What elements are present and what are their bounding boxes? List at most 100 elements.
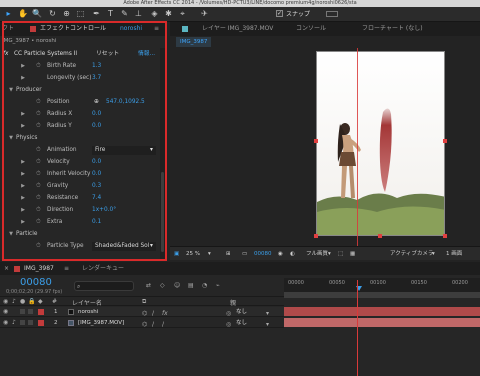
property-value[interactable]: 0.0: [92, 168, 101, 180]
property-value[interactable]: 0.1: [92, 216, 101, 228]
rotate-tool-icon[interactable]: ↻: [48, 9, 57, 19]
twirl-open-icon[interactable]: ▼: [8, 228, 14, 240]
tab-effect-target[interactable]: noroshi: [120, 24, 142, 34]
puppet-tool-icon[interactable]: ⌖: [178, 9, 187, 19]
comp-viewer-tab[interactable]: IMG_3987: [176, 37, 212, 47]
stopwatch-icon[interactable]: ⏱: [36, 96, 42, 108]
channel-icon[interactable]: ◐: [290, 247, 295, 261]
reset-link[interactable]: リセット: [96, 48, 119, 60]
stopwatch-icon[interactable]: ⏱: [36, 192, 42, 204]
property-row[interactable]: ⏱ Position ⊕ 547.0,1092.5: [0, 96, 160, 108]
twirl-closed-icon[interactable]: ▶: [20, 216, 26, 228]
stopwatch-icon[interactable]: ⏱: [36, 168, 42, 180]
effect-header-row[interactable]: fx CC Particle Systems II リセット 情報...: [0, 48, 160, 60]
effect-scroll-thumb[interactable]: [161, 172, 164, 252]
zoom-tool-icon[interactable]: 🔍: [32, 9, 42, 19]
property-row[interactable]: ▶ ⏱ Velocity 0.0: [0, 156, 160, 168]
tab-project[interactable]: クト: [2, 24, 14, 34]
transparency-grid-icon[interactable]: ▦: [350, 247, 355, 261]
layer-duration-bar[interactable]: [284, 318, 480, 327]
visibility-toggle-icon[interactable]: ◉: [3, 318, 8, 328]
property-row[interactable]: ▶ ⏱ Birth Rate 1.3: [0, 60, 160, 72]
twirl-closed-icon[interactable]: ▶: [20, 60, 26, 72]
property-dropdown[interactable]: Fire: [92, 145, 156, 155]
grid-icon[interactable]: ▣: [174, 247, 179, 261]
property-group-row[interactable]: ▼ Physics: [0, 132, 160, 144]
layer-duration-bar[interactable]: [284, 307, 480, 316]
shy-switch-icon[interactable]: ⌬: [142, 320, 147, 330]
property-value[interactable]: 0.0: [92, 156, 101, 168]
stopwatch-icon[interactable]: ⏱: [36, 240, 42, 252]
layer-row[interactable]: ◉ ♪ 2 [IMG_3987.MOV] ⌬ / / ◎ なし ▾: [0, 318, 284, 328]
pin-tool-icon[interactable]: ✈: [200, 9, 209, 19]
property-dropdown[interactable]: Shaded&Faded Sol: [92, 241, 156, 251]
property-row[interactable]: ⏱ Particle Type Shaded&Faded Sol ▾: [0, 240, 160, 252]
stopwatch-icon[interactable]: ⏱: [36, 144, 42, 156]
lock-toggle[interactable]: [28, 309, 33, 314]
work-area-bar[interactable]: [284, 292, 480, 298]
layer-search-input[interactable]: ⌕: [74, 281, 134, 291]
resolution-select[interactable]: フル画質: [306, 247, 328, 261]
timeline-playhead[interactable]: [357, 280, 358, 376]
twirl-open-icon[interactable]: ▼: [8, 84, 14, 96]
eraser-tool-icon[interactable]: ◈: [150, 9, 159, 19]
twirl-closed-icon[interactable]: ▶: [20, 192, 26, 204]
lock-toggle[interactable]: [28, 320, 33, 325]
stopwatch-icon[interactable]: ⏱: [36, 204, 42, 216]
tab-render-queue[interactable]: レンダーキュー: [82, 264, 124, 274]
solo-toggle[interactable]: [20, 309, 25, 314]
snap-checkbox[interactable]: ✓: [276, 10, 283, 17]
graph-editor-icon[interactable]: ⌁: [216, 282, 220, 289]
view-layout-select[interactable]: 1 画面: [446, 247, 462, 261]
collapse-switch-icon[interactable]: /: [152, 320, 154, 330]
clone-stamp-tool-icon[interactable]: ⊥: [134, 9, 143, 19]
frame-blending-icon[interactable]: ▤: [188, 282, 194, 289]
comp-mini-flowchart-icon[interactable]: ⇄: [146, 282, 151, 289]
parent-dropdown-icon[interactable]: ▾: [266, 320, 269, 330]
layer-label-swatch[interactable]: [38, 320, 44, 326]
property-row[interactable]: ▶ Longevity (sec) 3.7: [0, 72, 160, 84]
stopwatch-icon[interactable]: ⏱: [36, 156, 42, 168]
property-row[interactable]: ▶ ⏱ Radius X 0.0: [0, 108, 160, 120]
stopwatch-icon[interactable]: ⏱: [36, 120, 42, 132]
shy-layers-icon[interactable]: ☺: [174, 282, 180, 289]
dropdown-arrow-icon[interactable]: ▾: [150, 144, 153, 156]
layer-name-header[interactable]: レイヤー名: [72, 298, 102, 307]
parent-select[interactable]: なし: [236, 307, 247, 317]
selection-tool-icon[interactable]: ▸: [4, 9, 13, 19]
property-value[interactable]: 0.0: [92, 108, 101, 120]
camera-dropdown-icon[interactable]: ▾: [432, 247, 435, 261]
draft-3d-icon[interactable]: ◇: [160, 282, 165, 289]
pan-behind-tool-icon[interactable]: ⬚: [76, 9, 85, 19]
stopwatch-icon[interactable]: ⏱: [36, 108, 42, 120]
about-link[interactable]: 情報...: [138, 48, 155, 60]
region-icon[interactable]: ⬚: [338, 247, 343, 261]
frame-handle-bottom[interactable]: [378, 234, 382, 238]
property-row[interactable]: ▶ ⏱ Inherit Velocity 0.0: [0, 168, 160, 180]
property-value[interactable]: 0.0: [92, 120, 101, 132]
solo-toggle[interactable]: [20, 320, 25, 325]
snap-options-icon[interactable]: [326, 11, 338, 17]
roto-brush-tool-icon[interactable]: ✱: [164, 9, 173, 19]
guides-icon[interactable]: ⊞: [226, 247, 231, 261]
mask-icon[interactable]: ▭: [242, 247, 247, 261]
layer-name[interactable]: [IMG_3987.MOV]: [78, 318, 124, 328]
twirl-open-icon[interactable]: ▼: [8, 132, 14, 144]
layer-row[interactable]: ◉ 1 noroshi ⌬ / fx ◎ なし ▾: [0, 307, 284, 317]
tab-console[interactable]: コンソール: [296, 24, 326, 34]
frame-handle-bottom-right[interactable]: [443, 234, 447, 238]
fx-icon[interactable]: fx: [3, 48, 8, 60]
twirl-closed-icon[interactable]: ▶: [20, 180, 26, 192]
property-row[interactable]: ▶ ⏱ Resistance 7.4: [0, 192, 160, 204]
property-row[interactable]: ▶ ⏱ Gravity 0.3: [0, 180, 160, 192]
layer-name[interactable]: noroshi: [78, 307, 98, 317]
snapshot-icon[interactable]: ◉: [278, 247, 283, 261]
hand-tool-icon[interactable]: ✋: [18, 9, 28, 19]
resolution-dropdown-icon[interactable]: ▾: [328, 247, 331, 261]
property-value[interactable]: 1x+0.0°: [92, 204, 116, 216]
property-row[interactable]: ▶ ⏱ Radius Y 0.0: [0, 120, 160, 132]
twirl-closed-icon[interactable]: ▶: [20, 168, 26, 180]
twirl-closed-icon[interactable]: ▶: [20, 204, 26, 216]
tab-flowchart[interactable]: フローチャート (なし): [362, 24, 423, 34]
property-value[interactable]: 3.7: [92, 72, 101, 84]
